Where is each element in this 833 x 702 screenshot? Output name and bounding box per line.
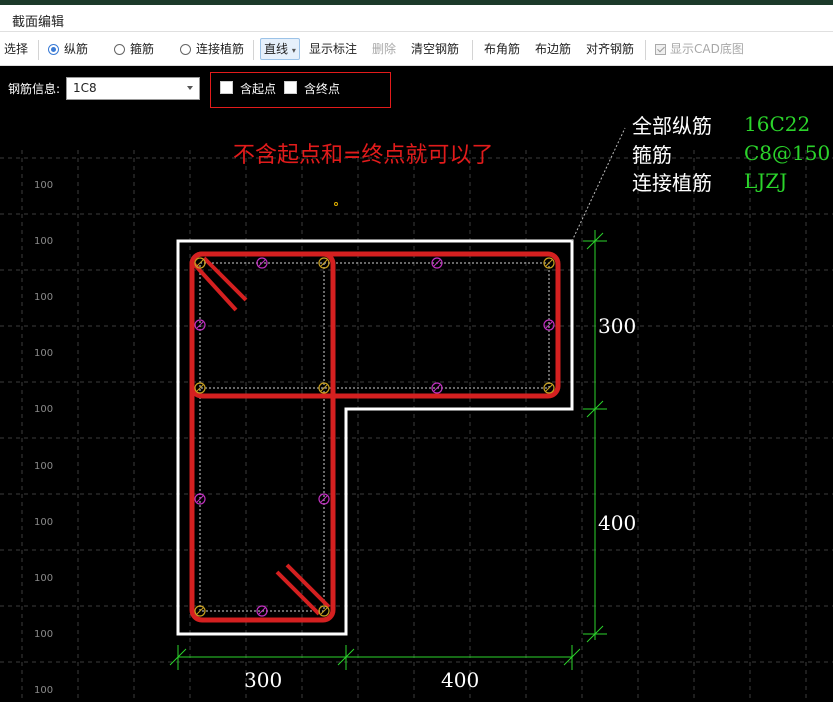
rebar-points [194,257,555,617]
grid-tick-label: 100 [34,236,54,247]
dim-right-top: 300 [598,314,637,338]
stirrup-top [189,251,561,399]
radio-off-icon [114,44,125,55]
dim-right-bottom: 400 [598,511,637,535]
toolbar: 选择 纵筋 箍筋 连接植筋 直线 ▾ 显示标注 删除 清空钢筋 布角筋 布边筋 … [0,32,833,66]
summary-value-longitudinal: 16C22 [744,112,811,136]
show-cad-checkbox[interactable]: 显示CAD底图 [655,32,744,66]
draw-mode-dropdown[interactable]: 直线 ▾ [260,38,300,60]
leader-line [571,127,626,242]
title-bar: 截面编辑 [0,5,833,32]
radio-connection[interactable]: 连接植筋 [180,32,244,66]
edge-rebar-button[interactable]: 布边筋 [535,32,571,66]
dropdown-caret-icon: ▾ [291,46,296,55]
radio-label: 箍筋 [130,42,155,56]
toolbar-separator [38,40,39,60]
radio-label: 连接植筋 [196,42,245,56]
grid-tick-label: 100 [34,348,54,359]
include-end-label: 含终点 [304,82,341,96]
summary-value-stirrup: C8@150 [744,141,831,165]
cursor-marker [334,202,338,206]
grid-tick-label: 100 [34,629,54,640]
window-title: 截面编辑 [12,15,65,30]
endpoint-options-highlight: 含起点 含终点 [210,72,391,108]
section-canvas[interactable] [0,110,833,702]
rebar-info-select[interactable]: 1C8 [66,77,200,100]
checkbox-checked-icon [655,44,666,55]
radio-label: 纵筋 [64,42,89,56]
select-tool-button[interactable]: 选择 [4,32,28,66]
clear-rebar-button[interactable]: 清空钢筋 [411,32,459,66]
annotation-note: 不含起点和=终点就可以了 [233,143,494,168]
radio-on-icon [48,44,59,55]
background-grid [0,150,833,702]
grid-tick-label: 100 [34,461,54,472]
radio-stirrup[interactable]: 箍筋 [114,32,154,66]
include-end-checkbox[interactable] [284,81,297,94]
rebar-info-value: 1C8 [73,81,97,95]
grid-tick-label: 100 [34,180,54,191]
rebar-edge-point-mark [433,259,441,267]
stirrup-hooks [192,256,331,616]
summary-value-connection: LJZJ [744,169,788,193]
chevron-down-icon [187,86,193,90]
grid-tick-label: 100 [34,517,54,528]
include-start-checkbox[interactable] [220,81,233,94]
draw-mode-label: 直线 [264,42,289,56]
dim-bottom-right: 400 [441,668,480,692]
rebar-info-label: 钢筋信息: [8,82,61,96]
grid-tick-label: 100 [34,573,54,584]
dim-bottom-left: 300 [244,668,283,692]
summary-key-connection: 连接植筋 [632,171,712,195]
corner-rebar-button[interactable]: 布角筋 [484,32,520,66]
delete-button[interactable]: 删除 [372,32,396,66]
grid-tick-label: 100 [34,685,54,696]
radio-off-icon [180,44,191,55]
summary-key-stirrup: 箍筋 [632,143,672,167]
dimension-lines [169,230,607,670]
summary-key-longitudinal: 全部纵筋 [632,114,712,138]
include-start-label: 含起点 [240,82,277,96]
rebar-corner-point-mark [545,259,553,267]
radio-longitudinal[interactable]: 纵筋 [48,32,88,66]
toolbar-separator [645,40,646,60]
toolbar-separator [472,40,473,60]
toolbar-separator [253,40,254,60]
grid-tick-label: 100 [34,292,54,303]
stirrup-left [189,251,336,623]
show-cad-label: 显示CAD底图 [670,42,744,56]
grid-tick-label: 100 [34,404,54,415]
stirrups [189,251,561,623]
align-rebar-button[interactable]: 对齐钢筋 [586,32,634,66]
show-labels-button[interactable]: 显示标注 [309,32,357,66]
rebar-guide-lines [199,262,550,612]
